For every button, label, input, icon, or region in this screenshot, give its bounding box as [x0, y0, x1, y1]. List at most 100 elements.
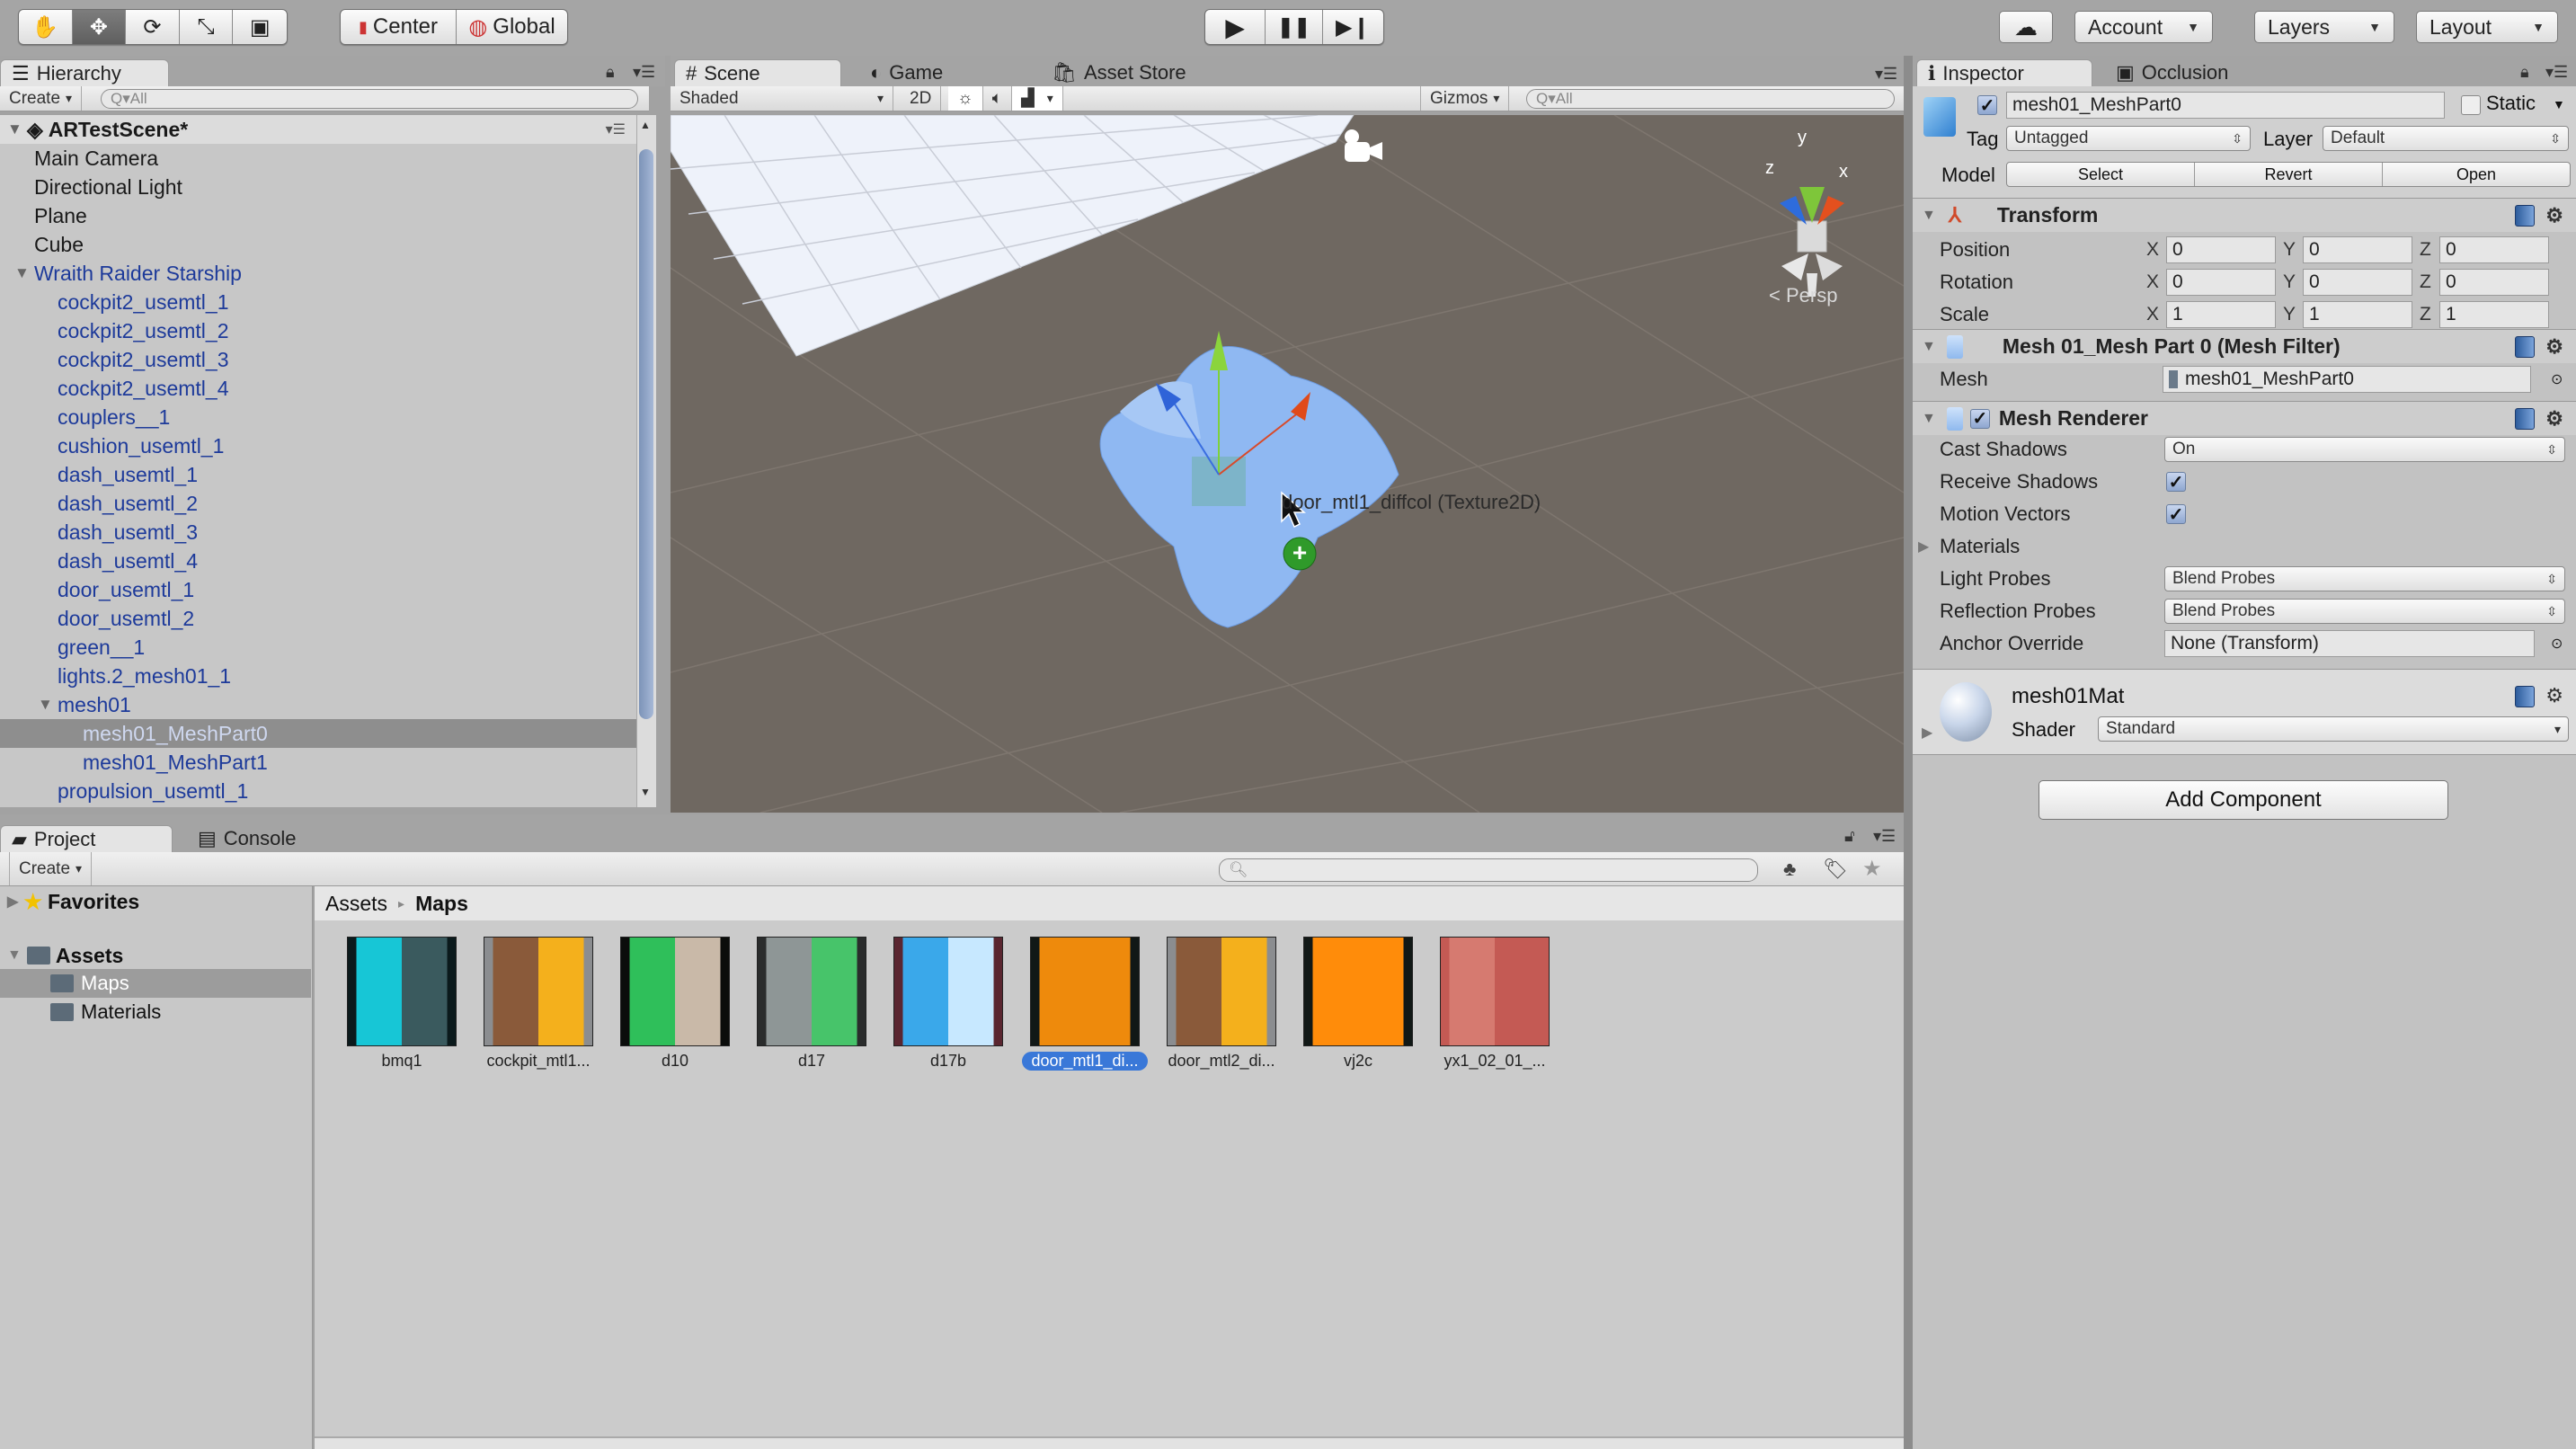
hierarchy-item[interactable]: propulsion_usemtl_1 [0, 777, 636, 805]
add-component-button[interactable]: Add Component [2039, 780, 2448, 820]
2d-toggle[interactable]: 2D [901, 86, 942, 111]
expand-arrow-icon[interactable]: ▼ [38, 696, 58, 714]
hierarchy-item[interactable]: cushion_usemtl_1 [0, 431, 636, 460]
lock-icon[interactable]: 🔒︎ [2520, 63, 2529, 82]
asset-label[interactable]: d17 [749, 1052, 875, 1071]
scene-root[interactable]: ▼ ◈ ARTestScene* ▾☰ [0, 115, 636, 144]
favorite-star-icon[interactable]: ★ [1862, 856, 1882, 882]
scroll-thumb[interactable] [639, 149, 653, 719]
layout-dropdown[interactable]: Layout ▼ [2416, 11, 2558, 43]
hierarchy-item[interactable]: Main Camera [0, 144, 636, 173]
lock-icon[interactable]: 🔒︎ [606, 63, 615, 82]
static-dropdown-icon[interactable]: ▼ [2553, 97, 2565, 111]
hierarchy-item[interactable]: door_usemtl_1 [0, 575, 636, 604]
rotate-tool-button[interactable]: ⟳ [126, 10, 180, 44]
tab-hierarchy[interactable]: ☰ Hierarchy [0, 59, 169, 86]
panel-menu-icon[interactable]: ▾☰ [1875, 65, 1897, 84]
expand-arrow-icon[interactable]: ▶ [1918, 538, 1929, 556]
help-book-icon[interactable] [2515, 335, 2535, 358]
asset-label[interactable]: cockpit_mtl1... [475, 1052, 601, 1071]
scale-tool-button[interactable]: ⤡ [180, 10, 234, 44]
model-select-button[interactable]: Select [2007, 163, 2195, 186]
asset-thumbnail[interactable] [1440, 937, 1550, 1046]
panel-menu-icon[interactable]: ▾☰ [633, 63, 655, 82]
project-create-dropdown[interactable]: Create ▾ [9, 852, 93, 885]
collapse-arrow-icon[interactable]: ▼ [1922, 411, 1936, 427]
move-tool-button[interactable]: ✥ [72, 10, 127, 44]
expand-arrow-icon[interactable]: ▶ [1922, 724, 1932, 742]
mesh-renderer-enabled-checkbox[interactable]: ✓ [1969, 408, 1990, 429]
asset-thumbnail[interactable] [1030, 937, 1140, 1046]
hierarchy-item[interactable]: cockpit2_usemtl_1 [0, 288, 636, 316]
expand-arrow-icon[interactable]: ▶ [7, 893, 18, 911]
audio-toggle[interactable]: 🔈︎ [983, 86, 1013, 111]
tab-game[interactable]: ◐ Game [859, 59, 954, 86]
expand-arrow-icon[interactable]: ▼ [7, 947, 22, 964]
asset-label[interactable]: yx1_02_01_... [1432, 1052, 1558, 1071]
gizmos-dropdown[interactable]: Gizmos ▾ [1420, 86, 1510, 111]
position-y-input[interactable]: 0 [2303, 236, 2412, 263]
hierarchy-create-dropdown[interactable]: Create ▾ [0, 86, 83, 111]
folder-item[interactable]: Materials [0, 998, 311, 1027]
starship-mesh[interactable] [1099, 346, 1399, 628]
help-book-icon[interactable] [2515, 686, 2535, 707]
cast-shadows-dropdown[interactable]: On ⇳ [2164, 437, 2565, 462]
mesh-object-field[interactable]: mesh01_MeshPart0 [2163, 366, 2531, 393]
hierarchy-item[interactable]: dash_usemtl_4 [0, 547, 636, 575]
tab-asset-store[interactable]: 🛍︎ Asset Store [1041, 59, 1197, 86]
object-picker-icon[interactable]: ⊙ [2551, 635, 2563, 653]
active-checkbox[interactable]: ✓ [1977, 95, 1997, 116]
tab-console[interactable]: ▤ Console [187, 825, 307, 852]
scale-x-input[interactable]: 1 [2166, 301, 2276, 328]
project-search-input[interactable]: 🔍︎ [1219, 858, 1758, 882]
hierarchy-item[interactable]: ▼ mesh01 [0, 690, 636, 719]
hierarchy-item[interactable]: cockpit2_usemtl_4 [0, 374, 636, 403]
motion-vectors-checkbox[interactable]: ✓ [2166, 504, 2186, 525]
lock-icon[interactable]: 🔓︎ [1844, 827, 1855, 846]
panel-menu-icon[interactable]: ▾☰ [1873, 827, 1896, 846]
asset-thumbnail[interactable] [484, 937, 593, 1046]
scroll-up-icon[interactable]: ▲ [640, 119, 651, 131]
hierarchy-item[interactable]: cockpit2_usemtl_2 [0, 316, 636, 345]
expand-arrow-icon[interactable]: ▼ [14, 264, 34, 282]
pivot-center-button[interactable]: ▮ Center [341, 10, 457, 44]
asset-thumbnail[interactable] [757, 937, 866, 1046]
light-probes-dropdown[interactable]: Blend Probes ⇳ [2164, 566, 2565, 591]
scene-menu-icon[interactable]: ▾☰ [606, 120, 626, 138]
breadcrumb-maps[interactable]: Maps [415, 892, 468, 916]
pause-button[interactable]: ❚❚ [1266, 10, 1323, 44]
gear-icon[interactable]: ⚙ [2545, 407, 2563, 431]
gear-icon[interactable]: ⚙ [2545, 684, 2563, 707]
hierarchy-item[interactable]: mesh01_MeshPart0 [0, 719, 636, 748]
scene-viewport[interactable]: + y z x < Persp door_mtl1_diffcol (Textu… [671, 115, 1904, 813]
collapse-arrow-icon[interactable]: ▼ [1922, 208, 1936, 224]
hierarchy-search-input[interactable]: Q▾All [101, 89, 638, 109]
scale-y-input[interactable]: 1 [2303, 301, 2412, 328]
materials-row[interactable]: ▶ Materials [1913, 530, 2576, 563]
rotation-z-input[interactable]: 0 [2439, 269, 2549, 296]
layer-dropdown[interactable]: Default ⇳ [2323, 126, 2569, 151]
asset-label[interactable]: door_mtl1_di... [1022, 1052, 1148, 1071]
filter-by-type-icon[interactable]: ♣ [1783, 858, 1796, 881]
anchor-override-field[interactable]: None (Transform) [2164, 630, 2535, 657]
account-dropdown[interactable]: Account ▼ [2074, 11, 2213, 43]
step-button[interactable]: ▶❙ [1323, 10, 1383, 44]
hierarchy-item[interactable]: dash_usemtl_2 [0, 489, 636, 518]
scene-search-input[interactable]: Q▾All [1526, 89, 1895, 109]
hierarchy-item[interactable]: ▼ Wraith Raider Starship [0, 259, 636, 288]
play-button[interactable]: ▶ [1205, 10, 1266, 44]
plane-object[interactable] [671, 115, 1355, 357]
tab-occlusion[interactable]: ▣ Occlusion [2105, 59, 2239, 86]
hierarchy-scrollbar[interactable]: ▲ ▼ [636, 115, 656, 807]
panel-menu-icon[interactable]: ▾☰ [2545, 63, 2568, 82]
hierarchy-item[interactable]: green__1 [0, 633, 636, 662]
asset-label[interactable]: vj2c [1295, 1052, 1421, 1071]
receive-shadows-checkbox[interactable]: ✓ [2166, 472, 2186, 493]
assets-folder[interactable]: ▼ Assets [7, 940, 123, 971]
model-revert-button[interactable]: Revert [2195, 163, 2383, 186]
hand-tool-button[interactable]: ✋ [19, 10, 73, 44]
breadcrumb-assets[interactable]: Assets [325, 892, 387, 916]
scale-z-input[interactable]: 1 [2439, 301, 2549, 328]
asset-thumbnail[interactable] [1303, 937, 1413, 1046]
rotation-y-input[interactable]: 0 [2303, 269, 2412, 296]
